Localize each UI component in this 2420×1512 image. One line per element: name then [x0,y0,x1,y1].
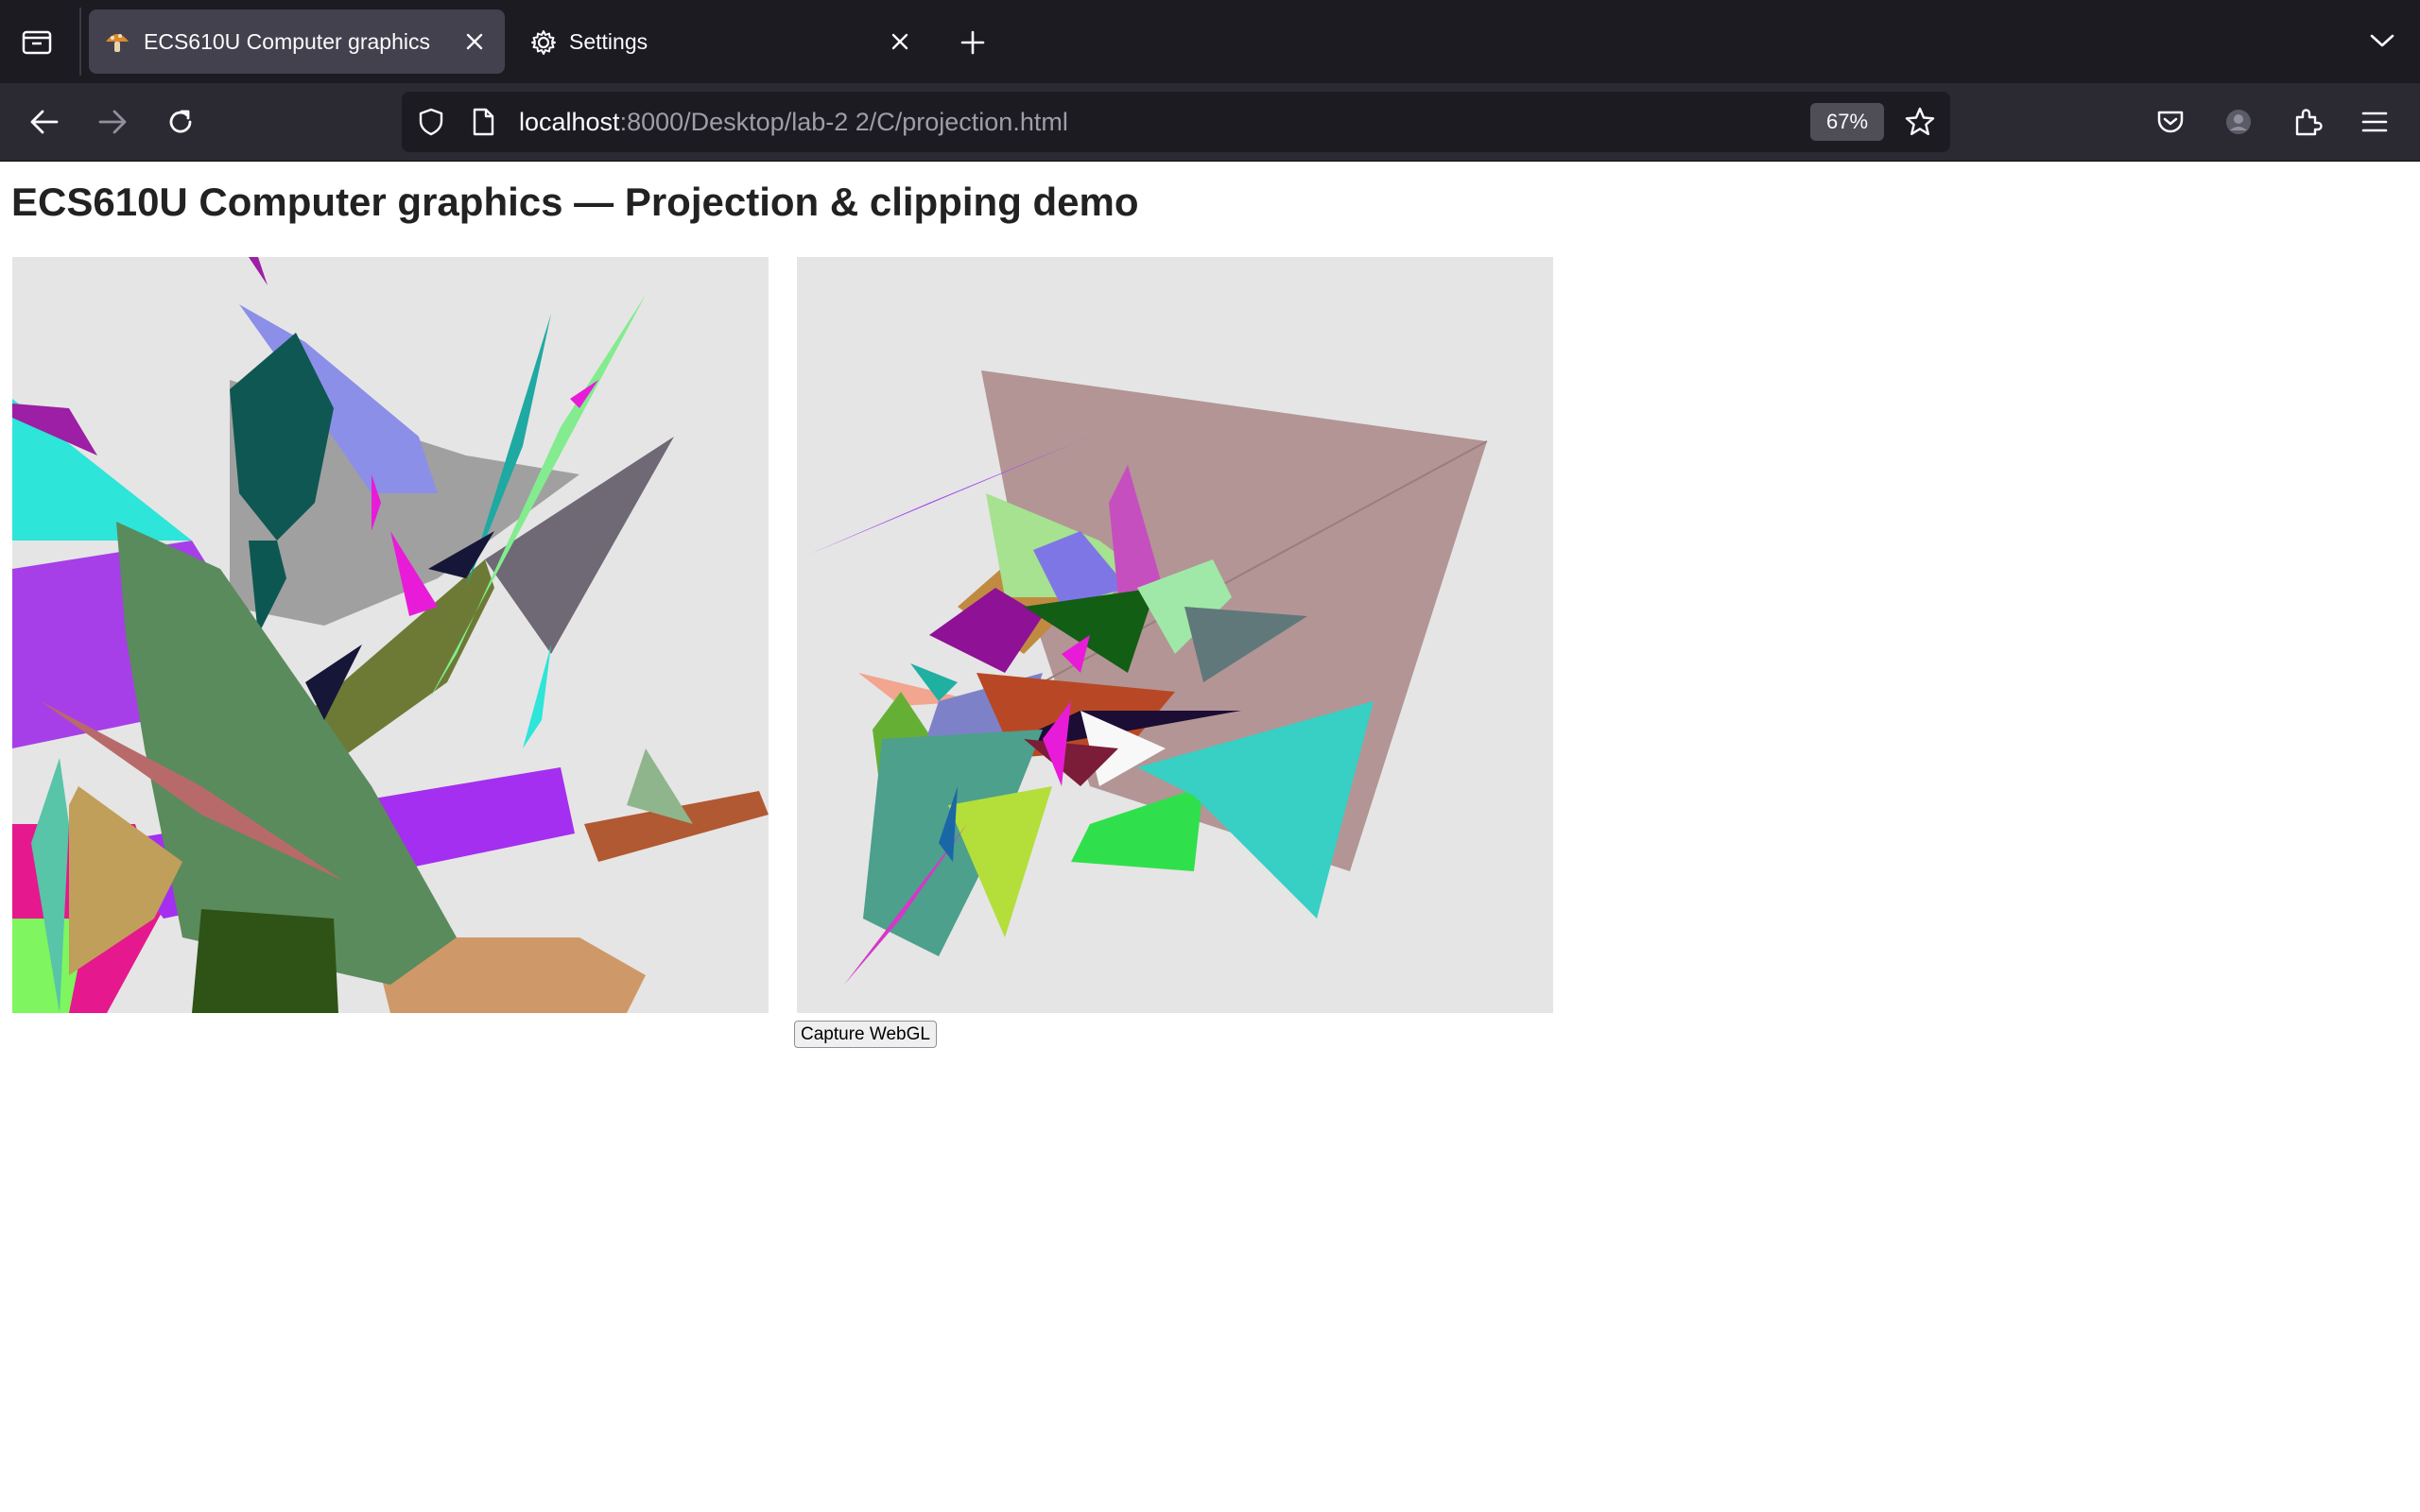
page-title: ECS610U Computer graphics — Projection &… [11,180,1139,224]
close-tab-icon[interactable] [889,30,911,53]
tab-title: Settings [569,29,648,54]
url-path: :8000/Desktop/lab-2 2/C/projection.html [619,108,1068,136]
tab-settings[interactable]: Settings [516,9,932,74]
tab-separator [79,8,81,76]
chevron-down-icon[interactable] [2369,30,2395,51]
page-icon[interactable] [470,107,496,137]
canvas-webgl-drawing [808,370,1488,985]
url-text[interactable]: localhost:8000/Desktop/lab-2 2/C/project… [519,92,1068,152]
canvas-2d-drawing [12,257,769,1013]
account-icon[interactable] [2223,107,2254,137]
url-host: localhost [519,108,620,136]
url-bar[interactable]: localhost:8000/Desktop/lab-2 2/C/project… [402,92,1950,152]
back-arrow-icon[interactable] [28,108,60,136]
reload-icon[interactable] [164,106,197,138]
gear-icon [531,30,556,55]
forward-arrow-icon[interactable] [96,108,129,136]
canvas-webgl-render [797,257,1553,1013]
tab-ecs610u[interactable]: ECS610U Computer graphics [89,9,505,74]
canvas-2d-render [12,257,769,1013]
firefox-view-icon[interactable] [21,26,53,57]
zoom-level-badge[interactable]: 67% [1810,103,1884,141]
new-tab-icon[interactable] [959,28,987,57]
menu-icon[interactable] [2360,109,2390,135]
mushroom-icon [106,34,129,52]
pocket-icon[interactable] [2155,108,2186,136]
shield-icon[interactable] [417,107,445,137]
bookmark-star-icon[interactable] [1904,106,1936,138]
extensions-icon[interactable] [2291,106,2324,138]
capture-webgl-button[interactable]: Capture WebGL [794,1021,937,1048]
close-tab-icon[interactable] [463,30,486,53]
tab-bar: ECS610U Computer graphics Settings [0,0,2420,83]
tab-title: ECS610U Computer graphics [144,29,430,54]
